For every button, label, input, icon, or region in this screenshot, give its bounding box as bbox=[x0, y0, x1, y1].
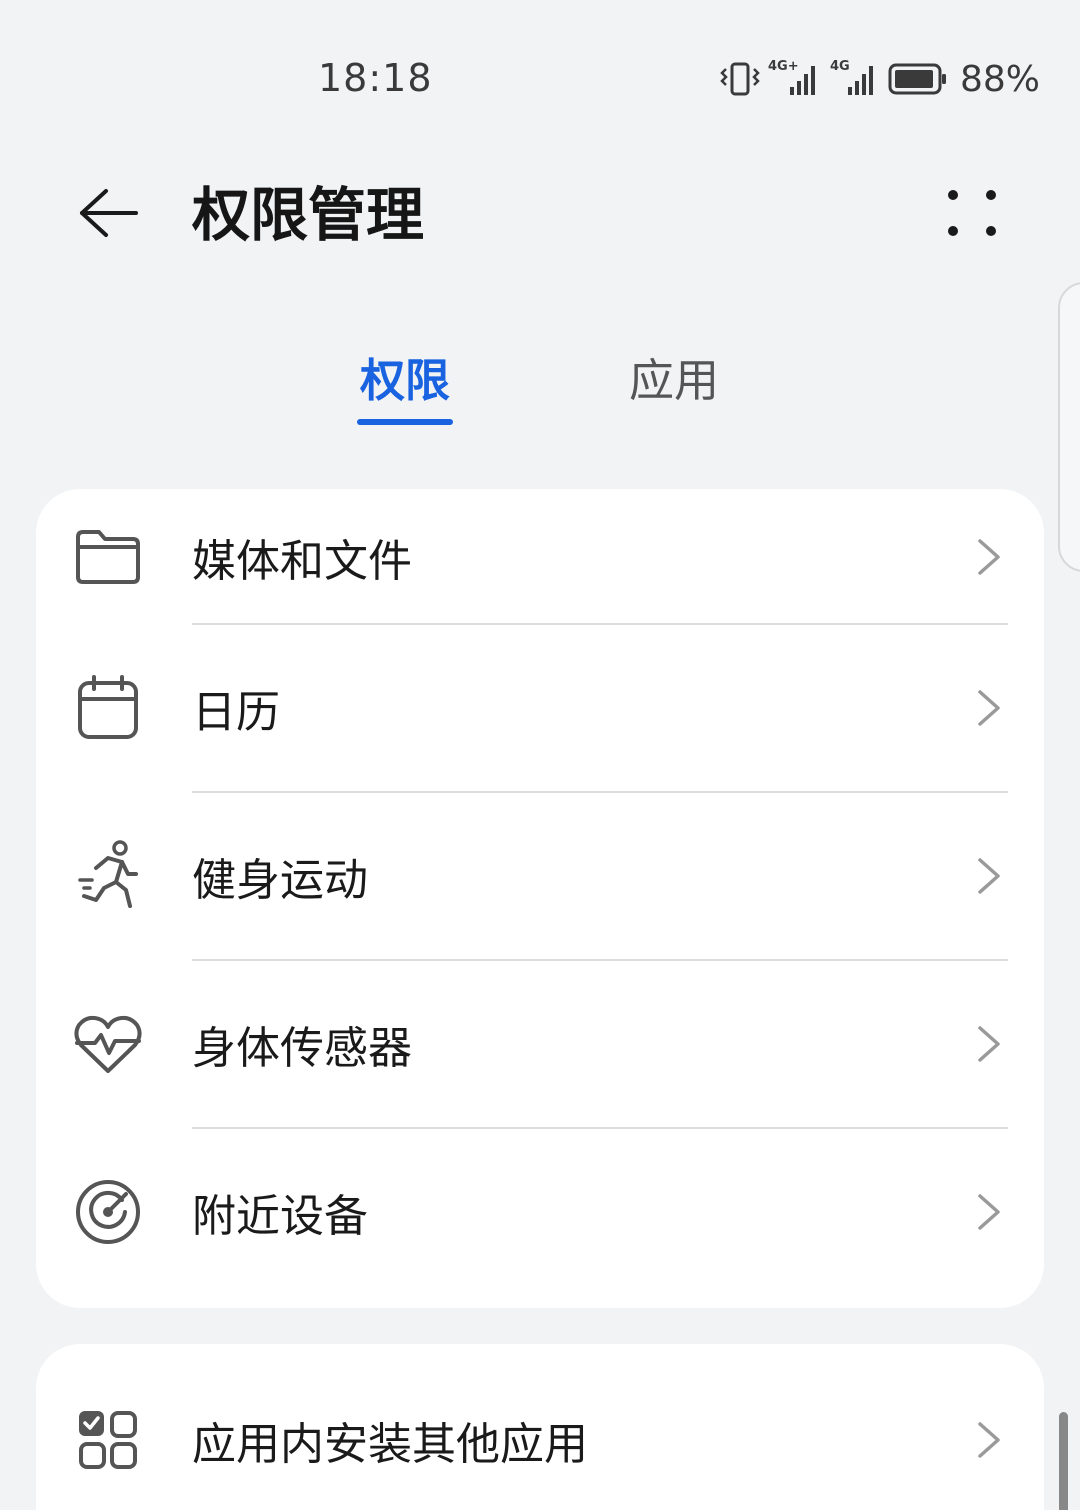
more-button[interactable] bbox=[935, 180, 1011, 250]
apps-grid-icon bbox=[72, 1404, 144, 1476]
tab-apps[interactable]: 应用 bbox=[626, 345, 722, 435]
tab-bar: 权限 应用 bbox=[0, 345, 1080, 445]
scrollbar[interactable] bbox=[1059, 1412, 1068, 1510]
more-icon bbox=[945, 185, 1001, 245]
chevron-right-icon bbox=[978, 539, 1000, 575]
folder-icon bbox=[72, 521, 144, 593]
permission-item-install-apps[interactable]: 应用内安装其他应用 bbox=[36, 1356, 1044, 1510]
calendar-icon bbox=[72, 672, 144, 744]
permission-item-media-files[interactable]: 媒体和文件 bbox=[36, 473, 1044, 641]
chevron-right-icon bbox=[978, 1194, 1000, 1230]
chevron-right-icon bbox=[978, 858, 1000, 894]
vibrate-icon bbox=[720, 61, 760, 97]
heart-rate-icon bbox=[72, 1008, 144, 1080]
permissions-card: 媒体和文件 日历 健身运动 身体传感器 附近设备 bbox=[36, 489, 1044, 1308]
screen: 18:18 4G+ 4G 88% 权限管理 权限 应用 媒体和文件 日历 健身运… bbox=[0, 0, 1080, 1510]
battery-percent: 88% bbox=[959, 58, 1040, 100]
other-permissions-card: 应用内安装其他应用 bbox=[36, 1344, 1044, 1510]
permission-item-fitness[interactable]: 健身运动 bbox=[36, 792, 1044, 960]
app-header: 权限管理 bbox=[0, 160, 1080, 270]
battery-icon bbox=[888, 62, 948, 96]
tab-label: 权限 bbox=[359, 354, 450, 407]
permission-label: 应用内安装其他应用 bbox=[192, 1419, 588, 1470]
permission-item-body-sensors[interactable]: 身体传感器 bbox=[36, 960, 1044, 1128]
tab-indicator bbox=[357, 419, 453, 425]
chevron-right-icon bbox=[978, 1026, 1000, 1062]
back-arrow-icon bbox=[76, 185, 140, 245]
radar-icon bbox=[72, 1176, 144, 1248]
tab-label: 应用 bbox=[628, 354, 719, 407]
permission-label: 身体传感器 bbox=[192, 1023, 412, 1074]
signal-icon: 4G+ bbox=[768, 59, 820, 97]
back-button[interactable] bbox=[70, 180, 146, 250]
chevron-right-icon bbox=[978, 690, 1000, 726]
tab-permissions[interactable]: 权限 bbox=[357, 345, 453, 435]
permission-label: 健身运动 bbox=[192, 855, 368, 906]
status-time: 18:18 bbox=[318, 56, 433, 100]
permission-label: 附近设备 bbox=[192, 1191, 368, 1242]
status-bar: 18:18 4G+ 4G 88% bbox=[0, 0, 1080, 150]
chevron-right-icon bbox=[978, 1422, 1000, 1458]
status-icons: 4G+ 4G 88% bbox=[720, 58, 1040, 100]
permission-item-nearby-devices[interactable]: 附近设备 bbox=[36, 1128, 1044, 1296]
signal-icon: 4G bbox=[828, 59, 880, 97]
side-panel-handle[interactable] bbox=[1058, 282, 1080, 572]
page-title: 权限管理 bbox=[192, 181, 425, 249]
permission-label: 媒体和文件 bbox=[192, 536, 412, 587]
permission-label: 日历 bbox=[192, 687, 280, 738]
permission-item-calendar[interactable]: 日历 bbox=[36, 624, 1044, 792]
running-icon bbox=[72, 840, 144, 912]
